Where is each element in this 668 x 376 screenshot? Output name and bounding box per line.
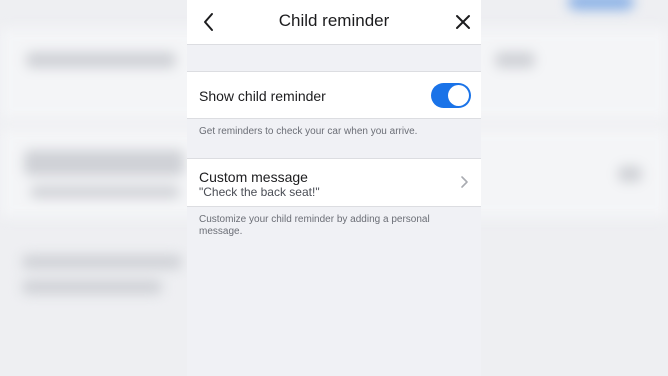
background-text <box>495 52 535 68</box>
reminder-help-text: Get reminders to check your car when you… <box>199 126 418 137</box>
background-text <box>22 280 162 294</box>
page-title: Child reminder <box>278 11 390 30</box>
background-text <box>22 255 182 269</box>
custom-message-title: Custom message <box>199 169 308 185</box>
close-icon <box>456 15 470 29</box>
custom-message-help-text: Customize your child reminder by adding … <box>199 214 430 237</box>
background-text <box>618 166 642 182</box>
background-text <box>30 186 180 198</box>
chevron-right-icon <box>461 176 468 188</box>
background-text <box>24 150 184 176</box>
custom-message-value: "Check the back seat!" <box>199 185 320 199</box>
background-button <box>568 0 634 10</box>
toggle-knob <box>448 85 469 106</box>
child-reminder-sheet: Child reminder Show child reminder Get r… <box>187 0 481 376</box>
navigation-bar: Child reminder <box>187 0 481 45</box>
child-reminder-toggle[interactable] <box>431 83 471 108</box>
background-text <box>26 52 176 68</box>
close-button[interactable] <box>451 10 475 34</box>
custom-message-row[interactable]: Custom message "Check the back seat!" <box>187 158 481 207</box>
show-child-reminder-row: Show child reminder <box>187 71 481 119</box>
show-child-reminder-label: Show child reminder <box>199 88 326 104</box>
